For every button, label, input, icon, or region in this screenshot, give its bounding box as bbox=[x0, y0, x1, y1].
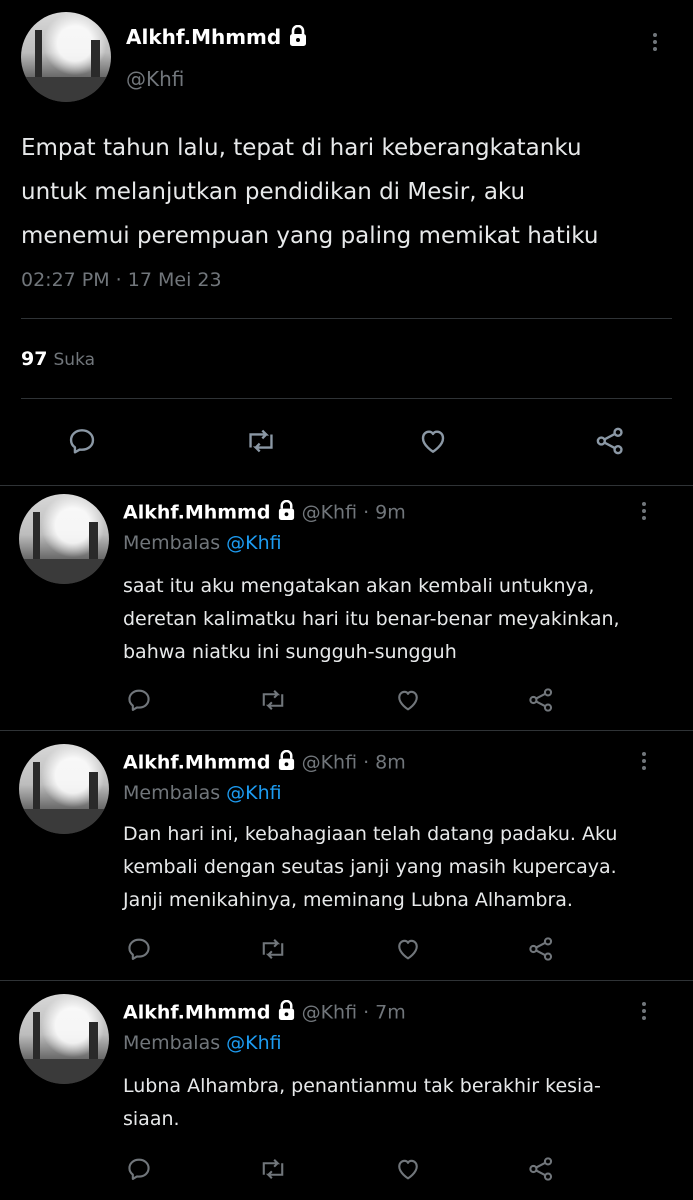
reply-header: Alkhf.Mhmmd @Khfi · 7m bbox=[123, 999, 406, 1026]
more-options-icon[interactable] bbox=[634, 999, 654, 1023]
likes-label: Suka bbox=[53, 350, 96, 370]
lock-icon bbox=[288, 24, 308, 52]
tweet-text-line: Lubna Alhambra, penantianmu tak berakhir… bbox=[123, 1075, 601, 1097]
mention-link[interactable]: @Khfi bbox=[226, 532, 281, 554]
lock-icon bbox=[277, 749, 296, 776]
replying-label: Membalas bbox=[123, 532, 221, 554]
handle-time[interactable]: @Khfi · 7m bbox=[302, 1002, 406, 1024]
more-options-icon[interactable] bbox=[634, 749, 654, 773]
divider bbox=[0, 485, 693, 486]
more-options-icon[interactable] bbox=[634, 499, 654, 523]
timestamp[interactable]: 02:27 PM · 17 Mei 23 bbox=[21, 269, 222, 291]
tweet-text-line: deretan kalimatku hari itu benar-benar m… bbox=[123, 608, 620, 630]
mention-link[interactable]: @Khfi bbox=[226, 782, 281, 804]
lock-icon bbox=[277, 499, 296, 526]
display-name[interactable]: Alkhf.Mhmmd bbox=[123, 502, 270, 524]
replying-to: Membalas @Khfi bbox=[123, 532, 282, 554]
like-icon[interactable] bbox=[393, 686, 423, 714]
tweet-text: saat itu aku mengatakan akan kembali unt… bbox=[123, 570, 620, 669]
tweet-text: Dan hari ini, kebahagiaan telah datang p… bbox=[123, 818, 617, 917]
share-icon[interactable] bbox=[594, 425, 626, 457]
display-name[interactable]: Alkhf.Mhmmd bbox=[123, 1002, 270, 1024]
share-icon[interactable] bbox=[527, 935, 555, 963]
divider bbox=[0, 730, 693, 731]
tweet-text-line: saat itu aku mengatakan akan kembali unt… bbox=[123, 575, 595, 597]
display-name[interactable]: Alkhf.Mhmmd bbox=[123, 752, 270, 774]
reply-icon[interactable] bbox=[125, 935, 153, 963]
avatar[interactable] bbox=[19, 494, 109, 584]
reply-header: Alkhf.Mhmmd @Khfi · 9m bbox=[123, 499, 406, 526]
avatar[interactable] bbox=[21, 12, 111, 102]
replying-label: Membalas bbox=[123, 782, 221, 804]
display-name-text[interactable]: Alkhf.Mhmmd bbox=[126, 25, 281, 49]
reply-icon[interactable] bbox=[66, 425, 98, 457]
tweet-text: Empat tahun lalu, tepat di hari keberang… bbox=[21, 126, 599, 258]
likes-stat[interactable]: 97 Suka bbox=[21, 348, 95, 370]
tweet-text-line: siaan. bbox=[123, 1108, 180, 1130]
retweet-icon[interactable] bbox=[258, 1155, 288, 1183]
tweet-text-line: kembali dengan seutas janji yang masih k… bbox=[123, 856, 617, 878]
tweet-text-line: bahwa niatku ini sungguh-sungguh bbox=[123, 641, 457, 663]
display-name[interactable]: Alkhf.Mhmmd bbox=[126, 24, 308, 52]
mention-link[interactable]: @Khfi bbox=[226, 1032, 281, 1054]
divider bbox=[21, 318, 672, 319]
retweet-icon[interactable] bbox=[258, 686, 288, 714]
reply-icon[interactable] bbox=[125, 686, 153, 714]
retweet-icon[interactable] bbox=[244, 425, 278, 457]
like-icon[interactable] bbox=[393, 1155, 423, 1183]
tweet-text-line: Janji menikahinya, meminang Lubna Alhamb… bbox=[123, 889, 573, 911]
tweet-text-line: untuk melanjutkan pendidikan di Mesir, a… bbox=[21, 179, 526, 205]
more-options-icon[interactable] bbox=[645, 30, 665, 54]
likes-count: 97 bbox=[21, 348, 48, 370]
handle[interactable]: @Khfi bbox=[126, 67, 184, 91]
like-icon[interactable] bbox=[393, 935, 423, 963]
avatar[interactable] bbox=[19, 744, 109, 834]
reply-header: Alkhf.Mhmmd @Khfi · 8m bbox=[123, 749, 406, 776]
divider bbox=[0, 980, 693, 981]
tweet-text: Lubna Alhambra, penantianmu tak berakhir… bbox=[123, 1070, 601, 1136]
handle-time[interactable]: @Khfi · 9m bbox=[302, 502, 406, 524]
tweet-text-line: Dan hari ini, kebahagiaan telah datang p… bbox=[123, 823, 618, 845]
lock-icon bbox=[277, 999, 296, 1026]
handle-time[interactable]: @Khfi · 8m bbox=[302, 752, 406, 774]
replying-label: Membalas bbox=[123, 1032, 221, 1054]
replying-to: Membalas @Khfi bbox=[123, 1032, 282, 1054]
like-icon[interactable] bbox=[416, 425, 450, 457]
retweet-icon[interactable] bbox=[258, 935, 288, 963]
divider bbox=[21, 398, 672, 399]
share-icon[interactable] bbox=[527, 1155, 555, 1183]
tweet-text-line: menemui perempuan yang paling memikat ha… bbox=[21, 223, 599, 249]
share-icon[interactable] bbox=[527, 686, 555, 714]
avatar[interactable] bbox=[19, 994, 109, 1084]
tweet-text-line: Empat tahun lalu, tepat di hari keberang… bbox=[21, 135, 582, 161]
replying-to: Membalas @Khfi bbox=[123, 782, 282, 804]
reply-icon[interactable] bbox=[125, 1155, 153, 1183]
